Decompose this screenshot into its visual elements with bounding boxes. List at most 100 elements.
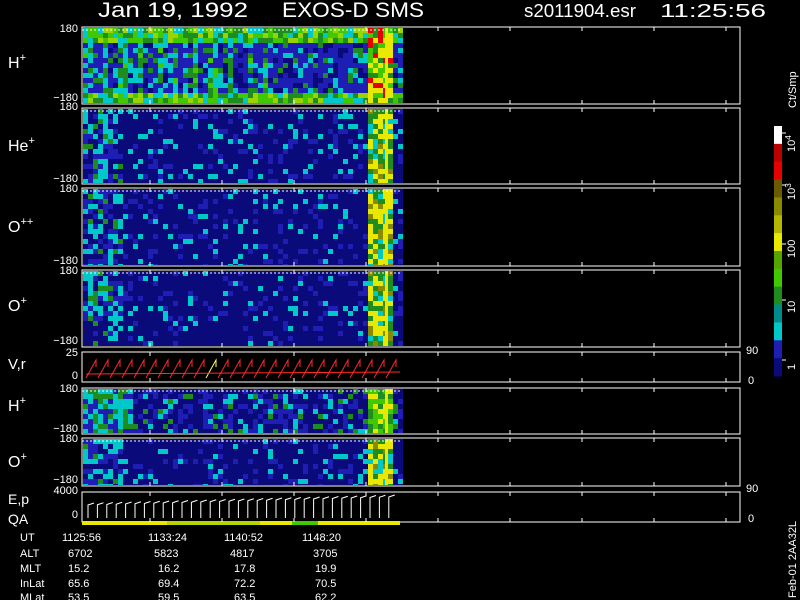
spectrogram-cell: [368, 321, 373, 326]
spectrogram-cell: [118, 321, 123, 326]
spectrogram-cell: [273, 234, 278, 239]
spectrogram-cell: [333, 93, 338, 98]
spectrogram-cell: [228, 209, 233, 214]
spectrogram-cell: [393, 164, 398, 169]
spectrogram-cell: [258, 459, 263, 464]
spectrogram-cell: [393, 321, 398, 326]
spectrogram-cell: [263, 459, 268, 464]
spectrogram-cell: [203, 204, 208, 209]
spectrogram-cell: [213, 204, 218, 209]
spectrogram-cell: [298, 341, 303, 346]
spectrogram-cell: [183, 229, 188, 234]
spectrogram-cell: [128, 291, 133, 296]
spectrogram-cell: [113, 159, 118, 164]
spectrogram-cell: [393, 179, 398, 183]
spectrogram-cell: [288, 336, 293, 341]
spectrogram-cell: [318, 419, 323, 424]
spectrogram-cell: [163, 73, 168, 78]
spectrogram-cell: [113, 394, 118, 399]
spectrogram-cell: [118, 229, 123, 234]
spectrogram-cell: [203, 58, 208, 63]
spectrogram-cell: [343, 68, 348, 73]
spectrogram-cell: [313, 214, 318, 219]
spectrogram-cell: [198, 259, 203, 264]
spectrogram-cell: [343, 244, 348, 249]
spectrogram-cell: [118, 129, 123, 134]
spectrogram-cell: [173, 83, 178, 88]
spectrogram-cell: [238, 414, 243, 419]
spectrogram-cell: [178, 286, 183, 291]
spectrogram-cell: [123, 404, 128, 409]
spectrogram-cell: [323, 58, 328, 63]
spectrogram-cell: [223, 301, 228, 306]
spectrogram-cell: [228, 119, 233, 124]
spectrogram-cell: [293, 83, 298, 88]
spectrogram-cell: [158, 259, 163, 264]
spectrogram-cell: [88, 179, 93, 183]
spectrogram-cell: [148, 88, 153, 93]
spectrogram-cell: [128, 321, 133, 326]
spectrogram-cell: [388, 98, 393, 103]
spectrogram-cell: [218, 134, 223, 139]
spectrogram-cell: [338, 409, 343, 414]
spectrogram-cell: [168, 286, 173, 291]
spectrogram-cell: [338, 224, 343, 229]
spectrogram-cell: [123, 48, 128, 53]
spectrogram-cell: [118, 394, 123, 399]
spectrogram-cell: [218, 234, 223, 239]
spectrogram-cell: [233, 239, 238, 244]
spectrogram-cell: [113, 119, 118, 124]
spectrogram-cell: [98, 479, 103, 484]
spectrogram-cell: [268, 306, 273, 311]
spectrogram-cell: [318, 449, 323, 454]
spectrogram-cell: [198, 276, 203, 281]
spectrogram-cell: [173, 336, 178, 341]
spectrogram-cell: [233, 479, 238, 484]
spectrogram-cell: [353, 68, 358, 73]
spectrogram-cell: [388, 169, 393, 174]
spectrogram-cell: [298, 484, 303, 485]
spectrogram-cell: [213, 281, 218, 286]
spectrogram-cell: [353, 73, 358, 78]
spectrogram-cell: [363, 73, 368, 78]
spectrogram-cell: [88, 469, 93, 474]
spectrogram-cell: [393, 174, 398, 179]
spectrogram-cell: [238, 331, 243, 336]
spectrogram-cell: [183, 93, 188, 98]
spectrogram-cell: [388, 281, 393, 286]
spectrogram-cell: [188, 229, 193, 234]
spectrogram-cell: [248, 154, 253, 159]
spectrogram-cell: [393, 33, 398, 38]
spectrogram-cell: [168, 164, 173, 169]
spectrogram-cell: [173, 219, 178, 224]
spectrogram-cell: [193, 444, 198, 449]
spectrogram-cell: [353, 259, 358, 264]
spectrogram-cell: [258, 301, 263, 306]
spectrogram-cell: [283, 199, 288, 204]
spectrogram-cell: [223, 444, 228, 449]
spectrogram-cell: [328, 83, 333, 88]
spectrogram-cell: [113, 149, 118, 154]
spectrogram-cell: [253, 399, 258, 404]
spectrogram-cell: [228, 409, 233, 414]
spectrogram-cell: [273, 424, 278, 429]
spectrogram-cell: [128, 219, 133, 224]
spectrogram-cell: [123, 249, 128, 254]
spectrogram-cell: [283, 244, 288, 249]
spectrogram-cell: [303, 48, 308, 53]
spectrogram-cell: [133, 239, 138, 244]
spectrogram-cell: [288, 301, 293, 306]
spectrogram-cell: [173, 464, 178, 469]
spectrogram-cell: [318, 404, 323, 409]
spectrogram-cell: [338, 399, 343, 404]
spectrogram-cell: [373, 409, 378, 414]
spectrogram-cell: [118, 68, 123, 73]
spectrogram-cell: [208, 479, 213, 484]
spectrogram-cell: [173, 316, 178, 321]
spectrogram-cell: [263, 394, 268, 399]
spectrogram-cell: [263, 179, 268, 183]
spectrogram-cell: [293, 48, 298, 53]
spectrogram-cell: [273, 316, 278, 321]
spectrogram-cell: [313, 311, 318, 316]
spectrogram-cell: [188, 239, 193, 244]
